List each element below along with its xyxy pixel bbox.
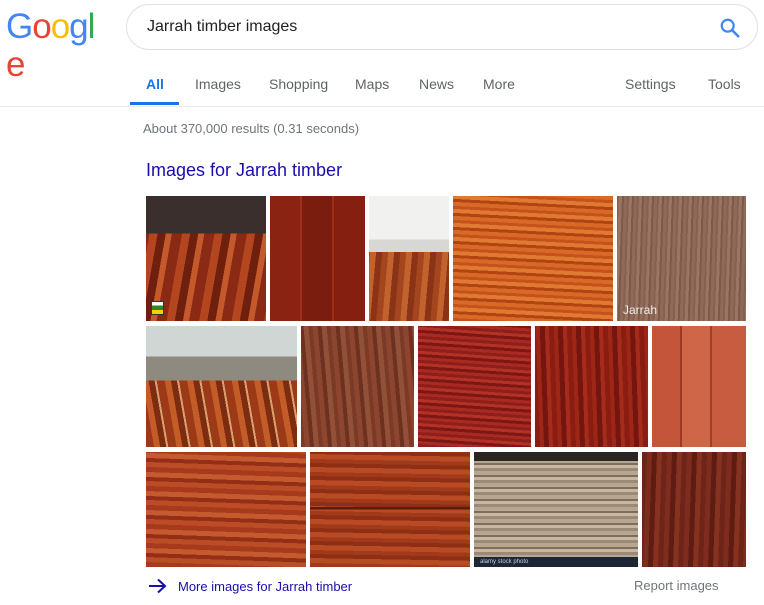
tab-all[interactable]: All <box>146 76 164 92</box>
tab-settings[interactable]: Settings <box>625 76 676 92</box>
search-button[interactable] <box>719 17 741 39</box>
arrow-right-icon <box>149 578 167 594</box>
report-images-link[interactable]: Report images <box>634 578 719 593</box>
result-stats: About 370,000 results (0.31 seconds) <box>143 121 360 136</box>
stock-watermark: alamy stock photo <box>474 557 638 567</box>
images-heading-link[interactable]: Images for Jarrah timber <box>146 160 342 181</box>
image-thumb-2[interactable] <box>270 196 365 321</box>
image-thumb-5[interactable]: Jarrah <box>617 196 746 321</box>
image-thumb-14[interactable] <box>642 452 746 567</box>
image-thumb-7[interactable] <box>301 326 414 447</box>
image-thumb-10[interactable] <box>652 326 746 447</box>
image-thumb-4[interactable] <box>453 196 613 321</box>
image-thumb-9[interactable] <box>535 326 648 447</box>
image-thumb-1[interactable] <box>146 196 266 321</box>
brand-badge-icon <box>151 301 164 315</box>
tab-more[interactable]: More <box>483 76 515 92</box>
image-thumb-12[interactable] <box>310 452 470 567</box>
logo-letter-o1: o <box>32 7 51 46</box>
image-thumb-8[interactable] <box>418 326 531 447</box>
logo-letter-g2: g <box>69 7 88 46</box>
google-logo[interactable]: Google <box>6 7 98 84</box>
image-thumb-13[interactable]: alamy stock photo <box>474 452 638 567</box>
more-images-label: More images for Jarrah timber <box>178 578 353 594</box>
tab-news[interactable]: News <box>419 76 454 92</box>
search-icon <box>720 18 740 38</box>
more-images-link[interactable]: More images for Jarrah timber <box>148 576 352 596</box>
image-thumb-3[interactable] <box>369 196 449 321</box>
search-tabs: All Images Shopping Maps News More Setti… <box>0 64 764 107</box>
search-box <box>126 4 758 50</box>
tab-maps[interactable]: Maps <box>355 76 389 92</box>
image-thumb-11[interactable] <box>146 452 306 567</box>
image-thumb-6[interactable] <box>146 326 297 447</box>
image-watermark: Jarrah <box>623 303 658 317</box>
tab-tools[interactable]: Tools <box>708 76 741 92</box>
logo-letter-g: G <box>6 7 33 46</box>
tab-images[interactable]: Images <box>195 76 241 92</box>
search-input[interactable] <box>147 15 707 39</box>
tab-shopping[interactable]: Shopping <box>269 76 328 92</box>
logo-letter-l: l <box>87 7 96 46</box>
logo-letter-o2: o <box>50 7 70 46</box>
active-tab-indicator <box>130 102 179 105</box>
